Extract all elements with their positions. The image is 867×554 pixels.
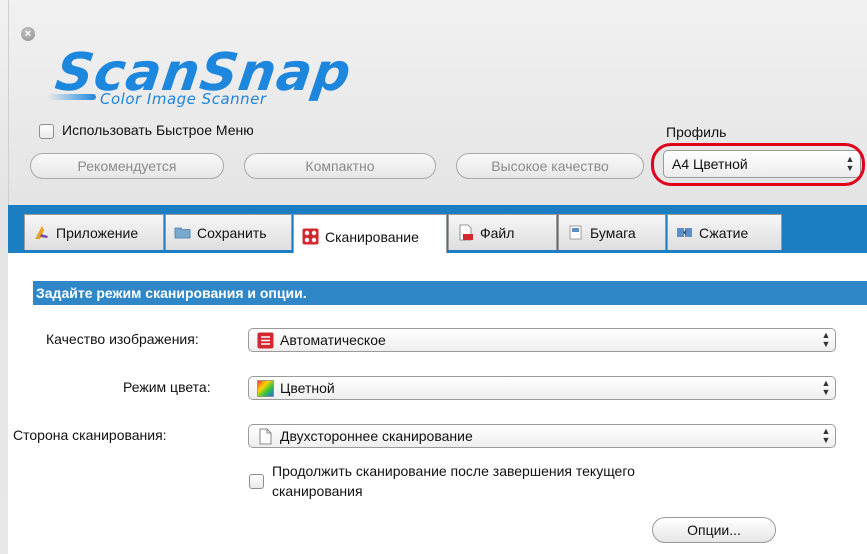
chevron-updown-icon: ▲ ▼ <box>821 426 831 445</box>
tab-bar: Приложение Сохранить Сканирование Файл Б… <box>8 205 867 258</box>
folder-icon <box>174 224 191 241</box>
color-mode-value: Цветной <box>280 380 335 396</box>
profile-highlight-ring <box>651 143 865 186</box>
chevron-updown-icon: ▲ ▼ <box>821 330 831 349</box>
quick-menu-checkbox[interactable] <box>39 124 54 139</box>
tab-label: Файл <box>480 224 515 241</box>
image-quality-value: Автоматическое <box>280 332 386 348</box>
tab-paper[interactable]: Бумага <box>558 214 666 250</box>
profile-label: Профиль <box>666 124 727 140</box>
scansnap-settings-window: × ScanSnap Color Image Scanner Использов… <box>0 0 867 554</box>
tab-label: Бумага <box>590 224 636 241</box>
image-quality-select[interactable]: Автоматическое ▲ ▼ <box>248 328 836 352</box>
close-icon[interactable]: × <box>21 27 35 41</box>
auto-quality-icon <box>257 332 274 349</box>
scan-side-value: Двухстороннее сканирование <box>280 428 473 444</box>
tab-application[interactable]: Приложение <box>24 214 164 250</box>
continue-scan-checkbox[interactable] <box>249 474 264 489</box>
tab-label: Сохранить <box>197 224 267 241</box>
logo-subtitle: Color Image Scanner <box>100 90 267 108</box>
color-mode-label: Режим цвета: <box>123 379 211 395</box>
paper-icon <box>567 224 584 241</box>
tab-label: Сканирование <box>325 228 419 245</box>
duplex-page-icon <box>257 428 274 445</box>
image-quality-label: Качество изображения: <box>46 331 199 347</box>
scan-side-label: Сторона сканирования: <box>13 427 167 443</box>
compact-preset-button[interactable]: Компактно <box>244 153 436 179</box>
tab-compression[interactable]: Сжатие <box>667 214 782 250</box>
options-button[interactable]: Опции... <box>652 517 776 543</box>
scan-side-select[interactable]: Двухстороннее сканирование ▲ ▼ <box>248 424 836 448</box>
color-mode-select[interactable]: Цветной ▲ ▼ <box>248 376 836 400</box>
continue-scan-label-line1: Продолжить сканирование после завершения… <box>272 463 635 479</box>
high-quality-preset-button[interactable]: Высокое качество <box>456 153 644 179</box>
tab-save[interactable]: Сохранить <box>165 214 292 250</box>
tab-scanning[interactable]: Сканирование <box>293 214 447 258</box>
file-icon <box>457 224 474 241</box>
recommended-preset-button[interactable]: Рекомендуется <box>30 153 224 179</box>
scanning-icon <box>302 228 319 245</box>
tab-file[interactable]: Файл <box>448 214 557 250</box>
section-title-bar: Задайте режим сканирования и опции. <box>33 281 867 305</box>
continue-scan-label: Продолжить сканирование после завершения… <box>272 461 635 501</box>
tab-label: Сжатие <box>699 224 749 241</box>
tab-label: Приложение <box>56 224 139 241</box>
color-gradient-icon <box>257 379 274 397</box>
chevron-updown-icon: ▲ ▼ <box>821 378 831 397</box>
scansnap-logo: ScanSnap Color Image Scanner <box>48 42 408 122</box>
quick-menu-label: Использовать Быстрое Меню <box>62 122 254 138</box>
continue-scan-label-line2: сканирования <box>272 483 363 499</box>
application-icon <box>33 224 50 241</box>
compression-icon <box>676 224 693 241</box>
